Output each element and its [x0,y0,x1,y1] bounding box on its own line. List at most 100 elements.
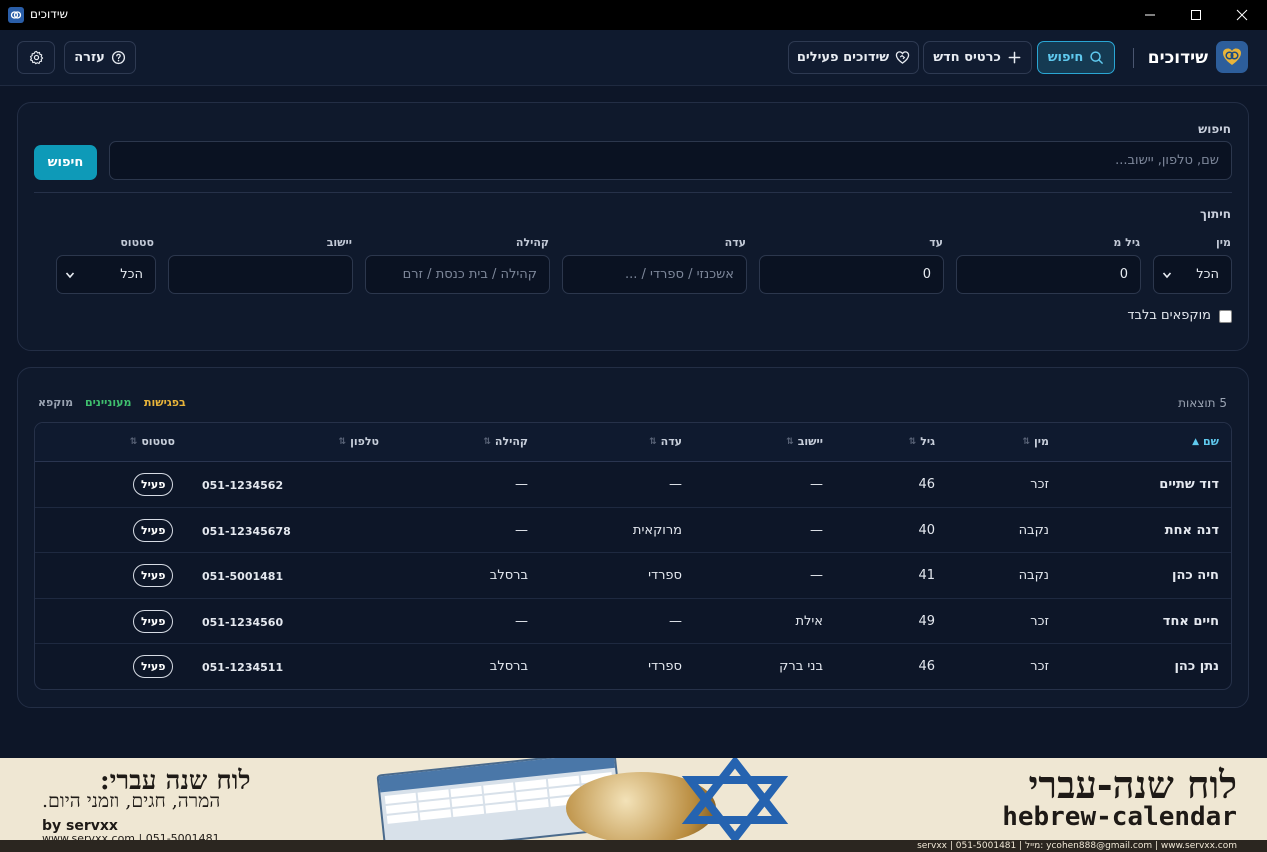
table-row[interactable]: דנה אחת נקבה 40 — מרוקאית — 051-12345678 פעיל [35,508,1231,554]
cell-origin: — [669,477,682,492]
search-icon [1090,51,1104,64]
column-header-age-label: גיל [920,435,935,448]
help-button[interactable]: עזרה [64,41,136,74]
close-button[interactable] [1219,0,1265,30]
status-badge: פעיל [133,564,174,588]
legend-interested: מעוניינים [85,396,132,409]
results-table: שם ▲ מין ⇅ גיל ⇅ יישוב ⇅ עדה ⇅ קהילה ⇅ טלפון ⇅ … [34,422,1232,690]
table-row[interactable]: חיים אחד זכר 49 אילת — — 051-1234560 פעיל [35,599,1231,645]
cell-age: 49 [918,613,935,629]
cell-phone: 051-1234560 [202,615,284,629]
column-header-gender[interactable]: מין ⇅ [1022,435,1049,448]
cell-congregation: — [515,522,528,538]
active-matches-label: שידוכים פעילים [796,50,890,65]
cell-phone: 051-1234562 [202,479,284,492]
sort-icon: ⇅ [338,436,347,447]
congregation-input[interactable]: קהילה / בית כנסת / זרם [365,255,550,294]
heart-rings-icon [1223,48,1241,65]
origin-input[interactable]: אשכנזי / ספרדי / ... [562,255,747,294]
help-circle-icon [111,50,125,65]
banner-left-subtitle: המרה, חגים, וזמני היום. [42,790,221,812]
column-header-origin[interactable]: עדה ⇅ [649,435,682,448]
cell-city: — [810,522,823,538]
new-card-label: כרטיס חדש [933,50,1001,65]
age-from-label: גיל מ [1113,236,1140,249]
cell-gender: נקבה [1018,568,1049,584]
chevron-down-icon [1162,271,1172,278]
cell-city: אילת [795,613,823,629]
legend-meeting: בפגישות [144,396,186,409]
age-to-input[interactable]: 0 [759,255,944,294]
cell-age: 46 [918,477,935,492]
cell-age: 46 [918,659,935,675]
status-select[interactable]: הכל [56,255,156,294]
banner-right-subtitle: hebrew-calendar [1002,802,1237,832]
search-placeholder: שם, טלפון, יישוב... [1115,153,1219,168]
star-of-david-icon [681,758,789,840]
column-header-origin-label: עדה [660,435,682,448]
table-row[interactable]: נתן כהן זכר 46 בני ברק ספרדי ברסלב 051-1234511… [35,644,1231,689]
cell-congregation: — [515,477,528,492]
ad-banner[interactable]: לוח שנה עברי: המרה, חגים, וזמני היום. by… [0,758,1267,852]
column-header-congregation[interactable]: קהילה ⇅ [483,435,528,448]
cell-city: בני ברק [779,659,823,675]
column-header-status[interactable]: סטטוס ⇅ [130,435,175,448]
city-input[interactable] [168,255,353,294]
sort-icon: ⇅ [1022,436,1031,447]
help-label: עזרה [74,50,105,65]
brand-title: שידוכים [1147,48,1208,68]
window-title: שידוכים [30,7,68,21]
column-header-phone[interactable]: טלפון ⇅ [339,435,379,448]
origin-placeholder: אשכנזי / ספרדי / ... [625,267,734,282]
results-count: 5 תוצאות [1178,396,1227,410]
table-row[interactable]: דוד שתיים זכר 46 — — — 051-1234562 פעיל [35,462,1231,508]
nav-search-label: חיפוש [1047,50,1084,65]
cell-congregation: ברסלב [489,568,528,584]
header-divider [1133,48,1134,68]
cell-city: — [810,477,823,492]
congregation-placeholder: קהילה / בית כנסת / זרם [402,267,537,282]
age-to-value: 0 [922,267,931,282]
plus-icon [1008,51,1021,64]
gear-icon [29,50,43,65]
cell-city: — [810,568,823,584]
frozen-only-checkbox[interactable] [1219,310,1232,323]
status-badge: פעיל [133,473,174,496]
status-select-value: הכל [120,267,143,282]
minimize-button[interactable] [1127,0,1173,30]
banner-footer: servxx | 051-5001481 | מייל: ycohen888@g… [917,841,1237,851]
nav-search-button[interactable]: חיפוש [1037,41,1115,74]
active-matches-button[interactable]: שידוכים פעילים [788,41,919,74]
cell-name: דוד שתיים [1159,477,1219,492]
cell-gender: זכר [1030,477,1049,492]
cell-gender: זכר [1030,613,1049,629]
cell-congregation: ברסלב [489,659,528,675]
status-filter-label: סטטוס [120,236,154,249]
column-header-city[interactable]: יישוב ⇅ [786,435,823,448]
table-row[interactable]: חיה כהן נקבה 41 — ספרדי ברסלב 051-5001481 פעיל [35,553,1231,599]
search-filter-panel [17,102,1249,351]
column-header-name-label: שם [1202,435,1219,448]
settings-button[interactable] [17,41,55,74]
panel-divider [34,192,1232,193]
gender-select[interactable]: הכל [1153,255,1232,294]
age-from-input[interactable]: 0 [956,255,1141,294]
status-badge: פעיל [133,518,174,542]
column-header-age[interactable]: גיל ⇅ [909,435,935,448]
brand-logo [1216,41,1248,73]
sort-icon: ⇅ [786,436,794,447]
cell-phone: 051-5001481 [202,570,284,584]
cell-name: חיה כהן [1172,568,1219,584]
cell-phone: 051-1234511 [202,661,284,675]
chevron-down-icon [65,271,75,278]
search-submit-button[interactable]: חיפוש [34,145,97,180]
cell-origin: מרוקאית [632,522,682,538]
table-header: שם ▲ מין ⇅ גיל ⇅ יישוב ⇅ עדה ⇅ קהילה ⇅ טלפון ⇅ … [35,423,1231,462]
column-header-name[interactable]: שם ▲ [1192,435,1219,448]
search-input[interactable]: שם, טלפון, יישוב... [109,141,1232,180]
maximize-button[interactable] [1173,0,1219,30]
filter-section-label: חיתוך [1199,207,1231,221]
cell-gender: נקבה [1018,522,1049,538]
column-header-phone-label: טלפון [350,435,379,448]
new-card-button[interactable]: כרטיס חדש [923,41,1032,74]
